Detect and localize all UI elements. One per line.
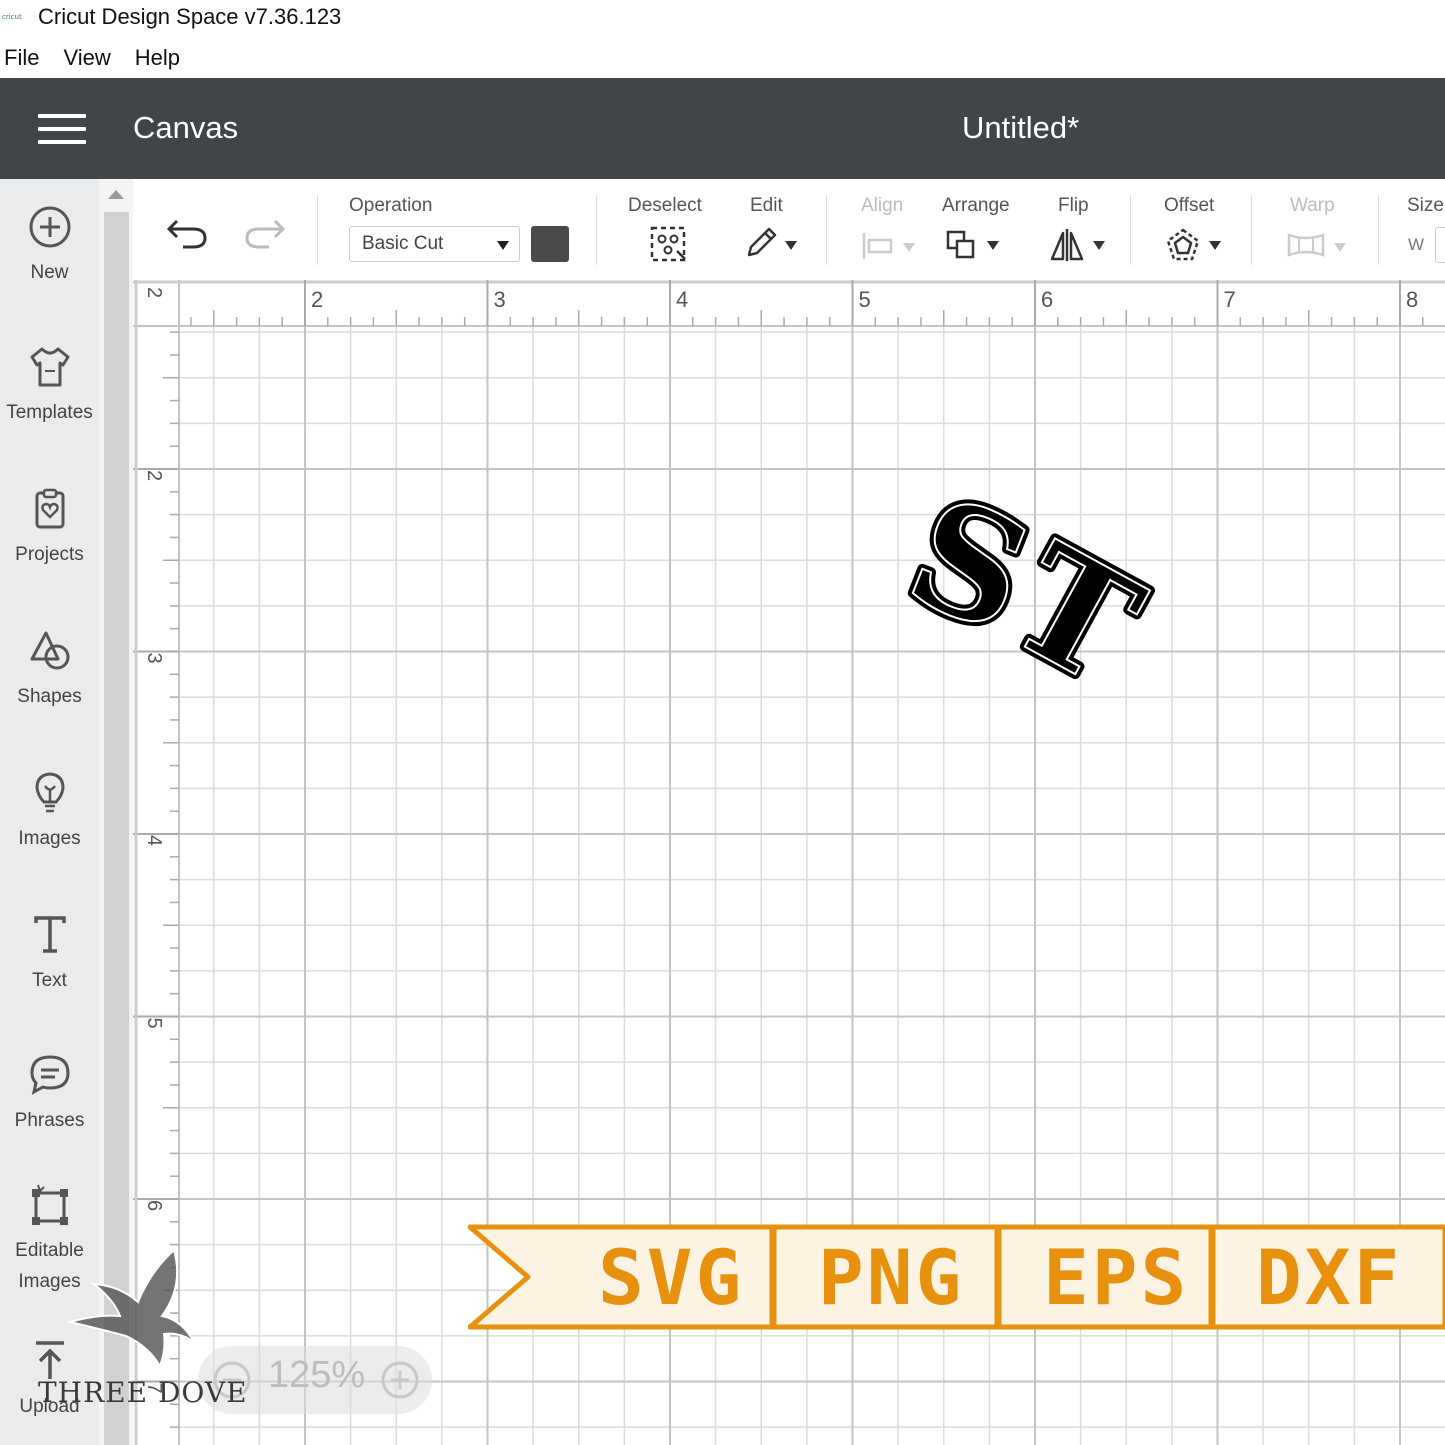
format-svg: SVG	[598, 1233, 745, 1322]
zoom-in-icon[interactable]	[380, 1360, 420, 1400]
format-dxf: DXF	[1256, 1233, 1403, 1322]
watermark-brand: THREE DOVE	[38, 1376, 248, 1409]
step-mom-text[interactable]: STEP MOM	[0, 0, 1167, 720]
design-text-path-inner: STEP MOM	[0, 0, 1167, 720]
format-eps: EPS	[1043, 1233, 1190, 1322]
zoom-level: 125%	[268, 1354, 366, 1396]
format-banner: SVG PNG EPS DXF	[468, 1224, 1445, 1330]
dove-logo-icon	[66, 1248, 195, 1369]
format-png: PNG	[818, 1233, 965, 1322]
